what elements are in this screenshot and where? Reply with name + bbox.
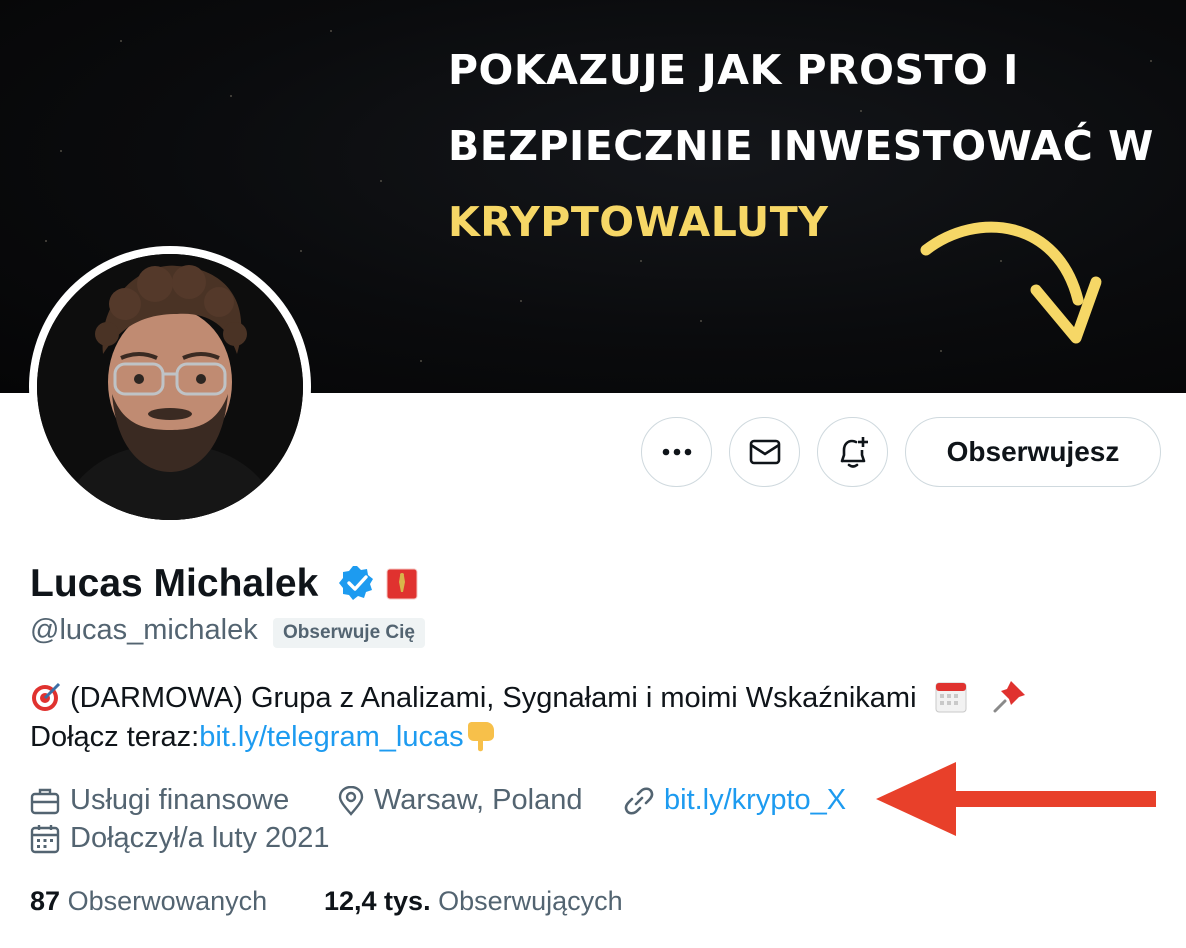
more-icon xyxy=(662,448,691,456)
target-icon xyxy=(32,682,61,711)
profile-name: Lucas Michalek xyxy=(30,562,319,605)
banner-headline-line3: KRYPTOWALUTY xyxy=(448,198,829,246)
bio-text: (DARMOWA) Grupa z Analizami, Sygnałami i… xyxy=(70,682,917,714)
calendar-emoji-icon xyxy=(935,682,967,713)
avatar[interactable] xyxy=(29,246,311,528)
followers-stat[interactable]: 12,4 tys. Obserwujących xyxy=(324,886,623,917)
profile-handle: @lucas_michalek xyxy=(30,614,258,646)
follows-you-badge: Obserwuje Cię xyxy=(273,618,425,648)
website-link[interactable]: bit.ly/krypto_X xyxy=(664,784,846,817)
bio-join-text: Dołącz teraz: xyxy=(30,721,200,753)
notifications-button[interactable] xyxy=(817,417,888,487)
calendar-icon xyxy=(30,824,60,853)
avatar-photo xyxy=(37,254,303,520)
pushpin-emoji-icon xyxy=(993,681,1025,713)
affiliate-badge-icon[interactable] xyxy=(386,568,418,600)
banner-headline-line1: POKAZUJE JAK PROSTO I xyxy=(448,46,1019,94)
category-text: Usługi finansowe xyxy=(70,784,290,816)
bell-plus-icon xyxy=(840,437,868,468)
briefcase-icon xyxy=(30,788,60,814)
location-pin-icon xyxy=(338,785,364,816)
verified-badge-icon xyxy=(339,566,373,600)
following-count: 87 xyxy=(30,886,61,916)
bio-line1: (DARMOWA) Grupa z Analizami, Sygnałami i… xyxy=(30,679,1027,715)
joined-text: Dołączył/a luty 2021 xyxy=(70,822,330,854)
banner-headline-line2: BEZPIECZNIE INWESTOWAĆ W xyxy=(448,122,1154,170)
profile-joined: Dołączył/a luty 2021 xyxy=(30,822,330,855)
telegram-link[interactable]: bit.ly/telegram_lucas xyxy=(199,721,463,753)
pointing-down-icon xyxy=(467,722,494,752)
following-label: Obserwowanych xyxy=(67,886,268,916)
followers-count: 12,4 tys. xyxy=(324,886,431,916)
envelope-icon xyxy=(749,439,780,465)
following-button[interactable]: Obserwujesz xyxy=(905,417,1161,487)
location-text: Warsaw, Poland xyxy=(374,784,583,816)
curved-arrow-icon xyxy=(920,221,1102,344)
message-button[interactable] xyxy=(729,417,800,487)
more-button[interactable] xyxy=(641,417,712,487)
annotation-arrow-icon xyxy=(876,762,1156,836)
following-stat[interactable]: 87 Obserwowanych xyxy=(30,886,267,917)
profile-category: Usługi finansowe xyxy=(30,784,289,817)
link-icon xyxy=(624,786,654,815)
bio-line2: Dołącz teraz:bit.ly/telegram_lucas xyxy=(30,720,496,754)
profile-website[interactable]: bit.ly/krypto_X xyxy=(624,784,846,817)
followers-label: Obserwujących xyxy=(438,886,623,916)
profile-location: Warsaw, Poland xyxy=(338,784,582,817)
